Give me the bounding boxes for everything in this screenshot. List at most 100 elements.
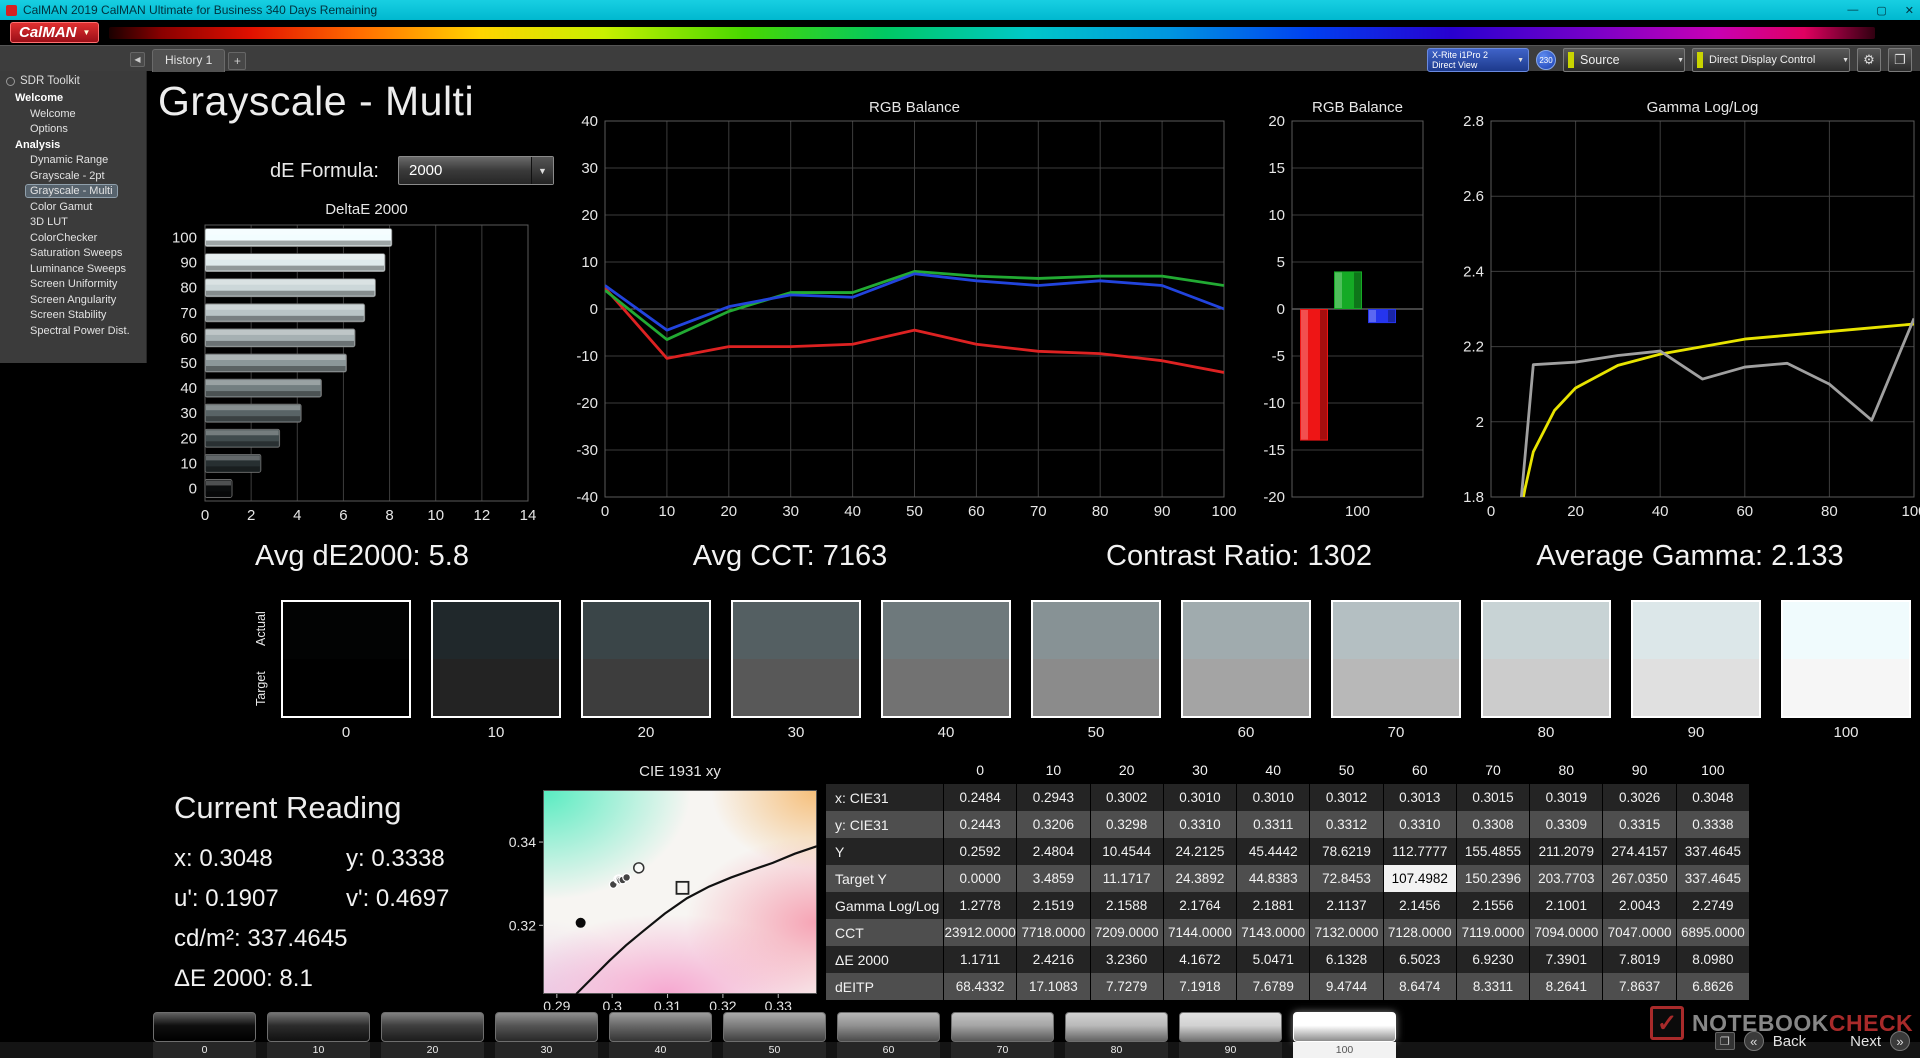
table-cell: 2.1764 bbox=[1163, 892, 1238, 919]
swatch-actual-half bbox=[583, 602, 709, 659]
level-button-20[interactable] bbox=[381, 1012, 484, 1042]
sidebar-item-options[interactable]: Options bbox=[0, 122, 146, 138]
svg-text:70: 70 bbox=[180, 305, 197, 322]
table-row-label: dEITP bbox=[826, 973, 944, 1000]
deltae-svg: 0 2 4 6 8 10 12 141009080706050403020100DeltaE … bbox=[172, 201, 536, 524]
table-cell: 7209.0000 bbox=[1090, 919, 1164, 946]
spectrum-gradient-bar bbox=[109, 26, 1876, 39]
table-cell: 7.1918 bbox=[1163, 973, 1238, 1000]
level-button-90[interactable] bbox=[1179, 1012, 1282, 1042]
svg-text:100: 100 bbox=[172, 230, 197, 247]
table-row-label: Y bbox=[826, 838, 944, 865]
swatch-box bbox=[881, 600, 1011, 718]
sidebar-item-dynamic-range[interactable]: Dynamic Range bbox=[0, 153, 146, 169]
sidebar-item-analysis[interactable]: Analysis bbox=[0, 138, 146, 154]
calman-logo-button[interactable]: CalMAN ▼ bbox=[10, 22, 100, 43]
swatch-60: 60 bbox=[1181, 600, 1311, 741]
svg-text:0.32: 0.32 bbox=[509, 917, 536, 933]
display-control-select-button[interactable]: Direct Display Control ▼ bbox=[1692, 48, 1850, 72]
table-header-50: 50 bbox=[1310, 756, 1384, 784]
notebookcheck-watermark: ✓ NOTEBOOK CHECK bbox=[1650, 1006, 1913, 1040]
swatch-level-label: 20 bbox=[637, 724, 655, 741]
de-formula-select[interactable]: 2000 ▼ bbox=[398, 156, 554, 185]
maximize-button[interactable]: ▢ bbox=[1876, 4, 1886, 17]
level-button-50[interactable] bbox=[723, 1012, 826, 1042]
table-cell: 0.3206 bbox=[1017, 811, 1091, 838]
de-formula-value: 2000 bbox=[409, 162, 443, 179]
level-button-0[interactable] bbox=[153, 1012, 256, 1042]
swatch-10: 10 bbox=[431, 600, 561, 741]
table-header-40: 40 bbox=[1237, 756, 1311, 784]
sidebar-header: SDR Toolkit bbox=[0, 71, 146, 91]
chevron-down-icon: ▼ bbox=[1842, 56, 1849, 64]
svg-text:-5: -5 bbox=[1272, 348, 1285, 365]
table-cell: 112.7777 bbox=[1383, 838, 1457, 865]
measured-point-dark bbox=[575, 917, 586, 928]
watermark-text-notebook: NOTEBOOK bbox=[1692, 1009, 1829, 1036]
table-cell: 2.2749 bbox=[1676, 892, 1750, 919]
table-header-0: 0 bbox=[944, 756, 1018, 784]
svg-text:10: 10 bbox=[659, 503, 676, 520]
watermark-text-check: CHECK bbox=[1828, 1009, 1914, 1036]
tab-history-1[interactable]: History 1 bbox=[152, 49, 226, 72]
sidebar-item-grayscale-2pt[interactable]: Grayscale - 2pt bbox=[0, 169, 146, 185]
window-titlebar: CalMAN 2019 CalMAN Ultimate for Business… bbox=[0, 0, 1920, 20]
meter-status-badge[interactable]: 230 bbox=[1536, 50, 1556, 70]
svg-text:60: 60 bbox=[968, 503, 985, 520]
level-button-80[interactable] bbox=[1065, 1012, 1168, 1042]
table-cell: 0.3310 bbox=[1383, 811, 1457, 838]
sidebar-item-welcome[interactable]: Welcome bbox=[0, 107, 146, 123]
reading-de2000: ΔE 2000: 8.1 bbox=[174, 965, 313, 992]
table-cell: 0.3013 bbox=[1383, 784, 1457, 811]
svg-text:60: 60 bbox=[1736, 503, 1753, 520]
svg-text:0: 0 bbox=[601, 503, 609, 520]
level-button-10[interactable] bbox=[267, 1012, 370, 1042]
svg-text:Gamma Log/Log: Gamma Log/Log bbox=[1647, 99, 1759, 116]
level-button-30[interactable] bbox=[495, 1012, 598, 1042]
swatch-target-half bbox=[283, 659, 409, 716]
level-number-label: 50 bbox=[723, 1042, 826, 1058]
table-cell: 6.8626 bbox=[1676, 973, 1750, 1000]
add-tab-button[interactable]: + bbox=[228, 52, 247, 70]
svg-text:10: 10 bbox=[581, 254, 598, 271]
swatch-level-label: 40 bbox=[937, 724, 955, 741]
table-header-100: 100 bbox=[1676, 756, 1750, 784]
svg-text:-10: -10 bbox=[576, 348, 598, 365]
table-cell: 150.2396 bbox=[1456, 865, 1531, 892]
sidebar-collapse-button[interactable]: ◀ bbox=[130, 52, 145, 67]
meter-select-button[interactable]: X-Rite i1Pro 2 Direct View ▼ bbox=[1427, 48, 1529, 72]
level-button-40[interactable] bbox=[609, 1012, 712, 1042]
minimize-button[interactable]: — bbox=[1847, 4, 1858, 16]
table-cell: 2.0043 bbox=[1603, 892, 1677, 919]
table-cell: 274.4157 bbox=[1603, 838, 1677, 865]
swatch-level-label: 90 bbox=[1687, 724, 1705, 741]
sidebar-title: SDR Toolkit bbox=[20, 75, 80, 87]
avg-de2000-stat: Avg dE2000: 5.8 bbox=[255, 540, 469, 572]
table-cell: 72.8453 bbox=[1310, 865, 1384, 892]
table-cell: 6895.0000 bbox=[1676, 919, 1750, 946]
svg-text:DeltaE 2000: DeltaE 2000 bbox=[325, 201, 408, 218]
window-title: CalMAN 2019 CalMAN Ultimate for Business… bbox=[23, 3, 378, 17]
gear-icon[interactable]: ⚙ bbox=[1857, 48, 1881, 72]
table-header-80: 80 bbox=[1530, 756, 1604, 784]
table-cell: 24.3892 bbox=[1163, 865, 1238, 892]
swatch-row-label-target: Target bbox=[254, 671, 268, 707]
table-cell: 0.3012 bbox=[1310, 784, 1384, 811]
notebookcheck-logo-icon: ✓ bbox=[1650, 1006, 1684, 1040]
svg-text:100: 100 bbox=[1345, 503, 1370, 520]
level-button-60[interactable] bbox=[837, 1012, 940, 1042]
swatch-100: 100 bbox=[1781, 600, 1911, 741]
level-cell-0: 0 bbox=[153, 1012, 256, 1058]
swatch-actual-half bbox=[883, 602, 1009, 659]
level-number-label: 100 bbox=[1293, 1042, 1396, 1058]
level-button-70[interactable] bbox=[951, 1012, 1054, 1042]
layout-windows-icon[interactable]: ❐ bbox=[1888, 48, 1912, 72]
sidebar-item-welcome[interactable]: Welcome bbox=[0, 91, 146, 107]
swatch-actual-half bbox=[1633, 602, 1759, 659]
svg-text:10: 10 bbox=[180, 455, 197, 472]
svg-text:40: 40 bbox=[844, 503, 861, 520]
close-button[interactable]: ✕ bbox=[1905, 4, 1914, 17]
level-button-100[interactable] bbox=[1293, 1012, 1396, 1042]
source-select-button[interactable]: Source ▼ bbox=[1563, 48, 1685, 72]
table-cell: 0.3309 bbox=[1530, 811, 1604, 838]
